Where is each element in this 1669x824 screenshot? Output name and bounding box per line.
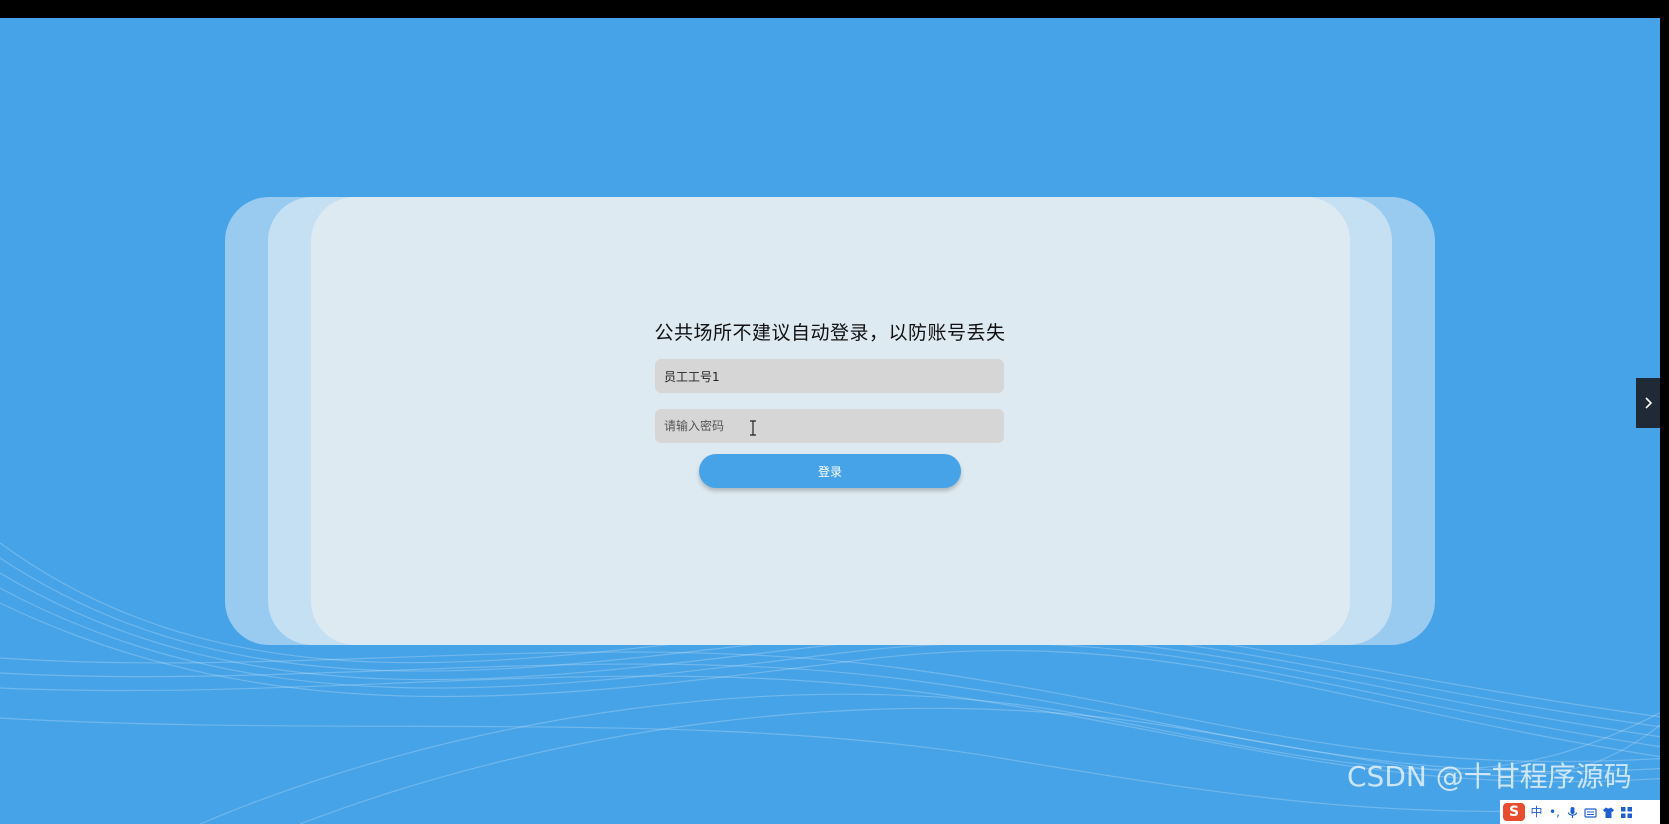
keyboard-icon[interactable] bbox=[1584, 806, 1597, 819]
punctuation-icon[interactable]: •, bbox=[1548, 805, 1561, 819]
browser-top-bar bbox=[0, 0, 1669, 18]
text-cursor-icon bbox=[750, 420, 756, 436]
chevron-right-icon bbox=[1645, 397, 1653, 409]
microphone-icon[interactable] bbox=[1566, 806, 1579, 819]
csdn-watermark: CSDN @十甘程序源码 bbox=[1347, 760, 1632, 793]
password-input[interactable] bbox=[655, 409, 1004, 443]
ime-toolbar[interactable]: S 中 •, bbox=[1500, 800, 1660, 824]
ime-mode-label[interactable]: 中 bbox=[1530, 805, 1543, 819]
side-panel-toggle[interactable] bbox=[1636, 378, 1660, 428]
right-edge-bar bbox=[1660, 18, 1669, 824]
toolbox-grid-icon[interactable] bbox=[1620, 806, 1633, 819]
sogou-logo-icon[interactable]: S bbox=[1503, 803, 1525, 821]
skin-shirt-icon[interactable] bbox=[1602, 806, 1615, 819]
login-title: 公共场所不建议自动登录，以防账号丢失 bbox=[654, 322, 1006, 344]
employee-id-input[interactable] bbox=[655, 359, 1004, 393]
login-button[interactable]: 登录 bbox=[699, 454, 961, 488]
